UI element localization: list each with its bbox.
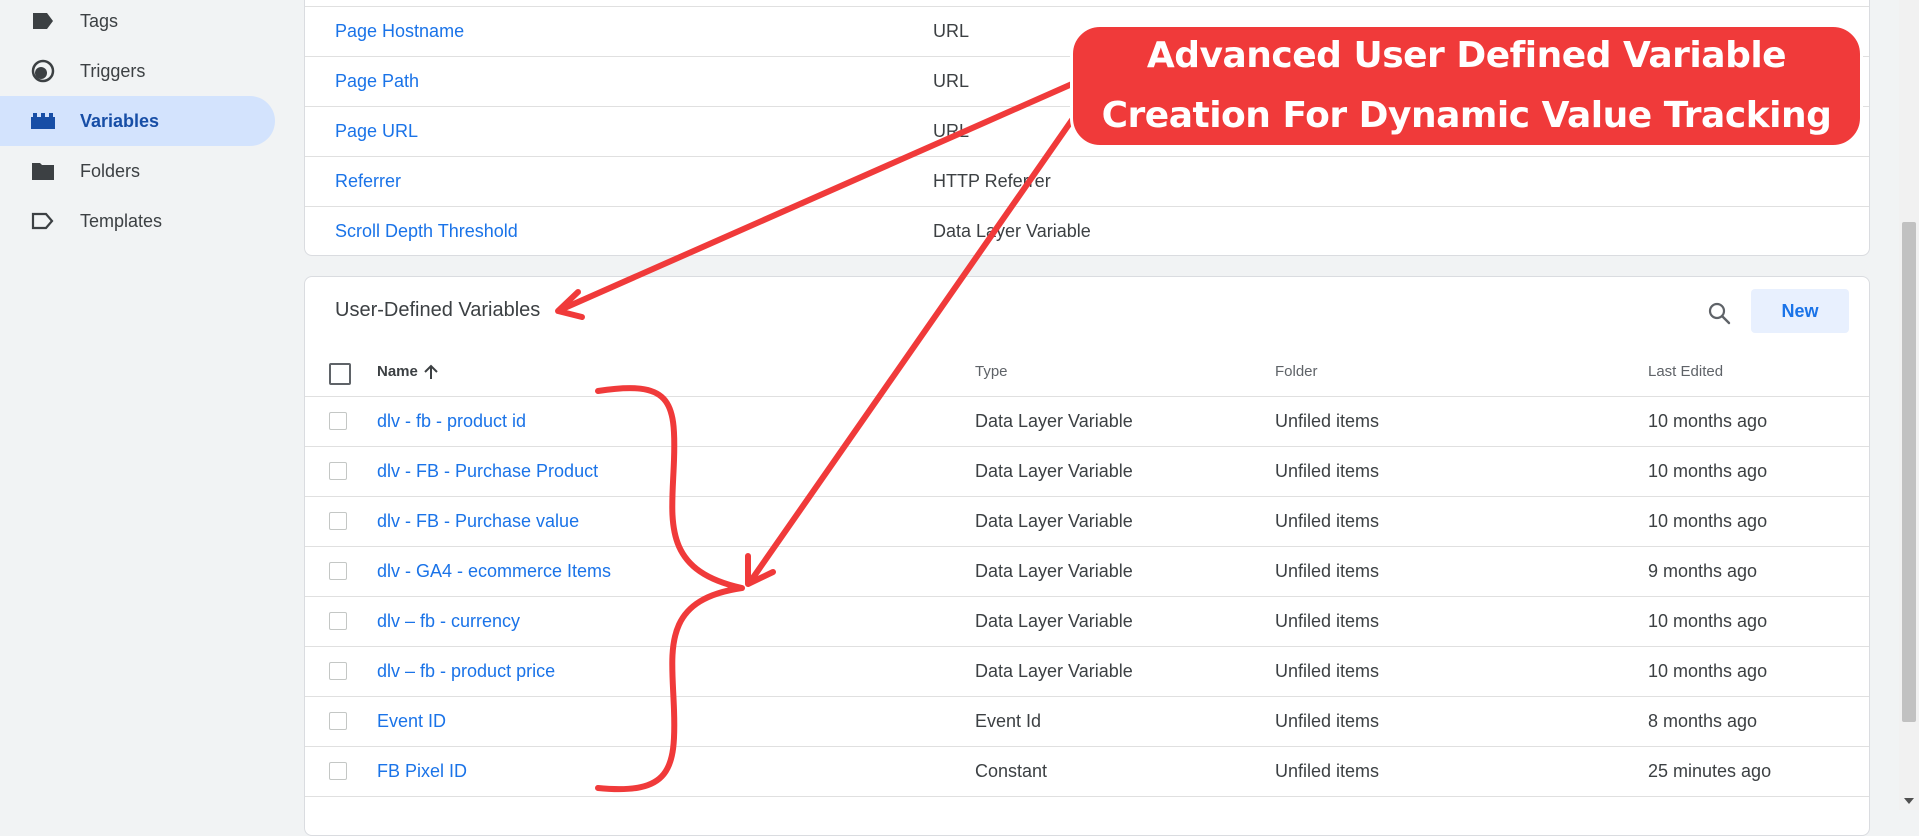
curly-brace — [595, 385, 745, 793]
arrow-to-variable-list — [745, 117, 1075, 587]
arrow-to-section-title — [555, 81, 1075, 320]
annotation-callout: Advanced User Defined Variable Creation … — [1070, 24, 1863, 148]
callout-line-2: Creation For Dynamic Value Tracking — [1101, 95, 1832, 136]
callout-line-1: Advanced User Defined Variable — [1146, 35, 1787, 76]
